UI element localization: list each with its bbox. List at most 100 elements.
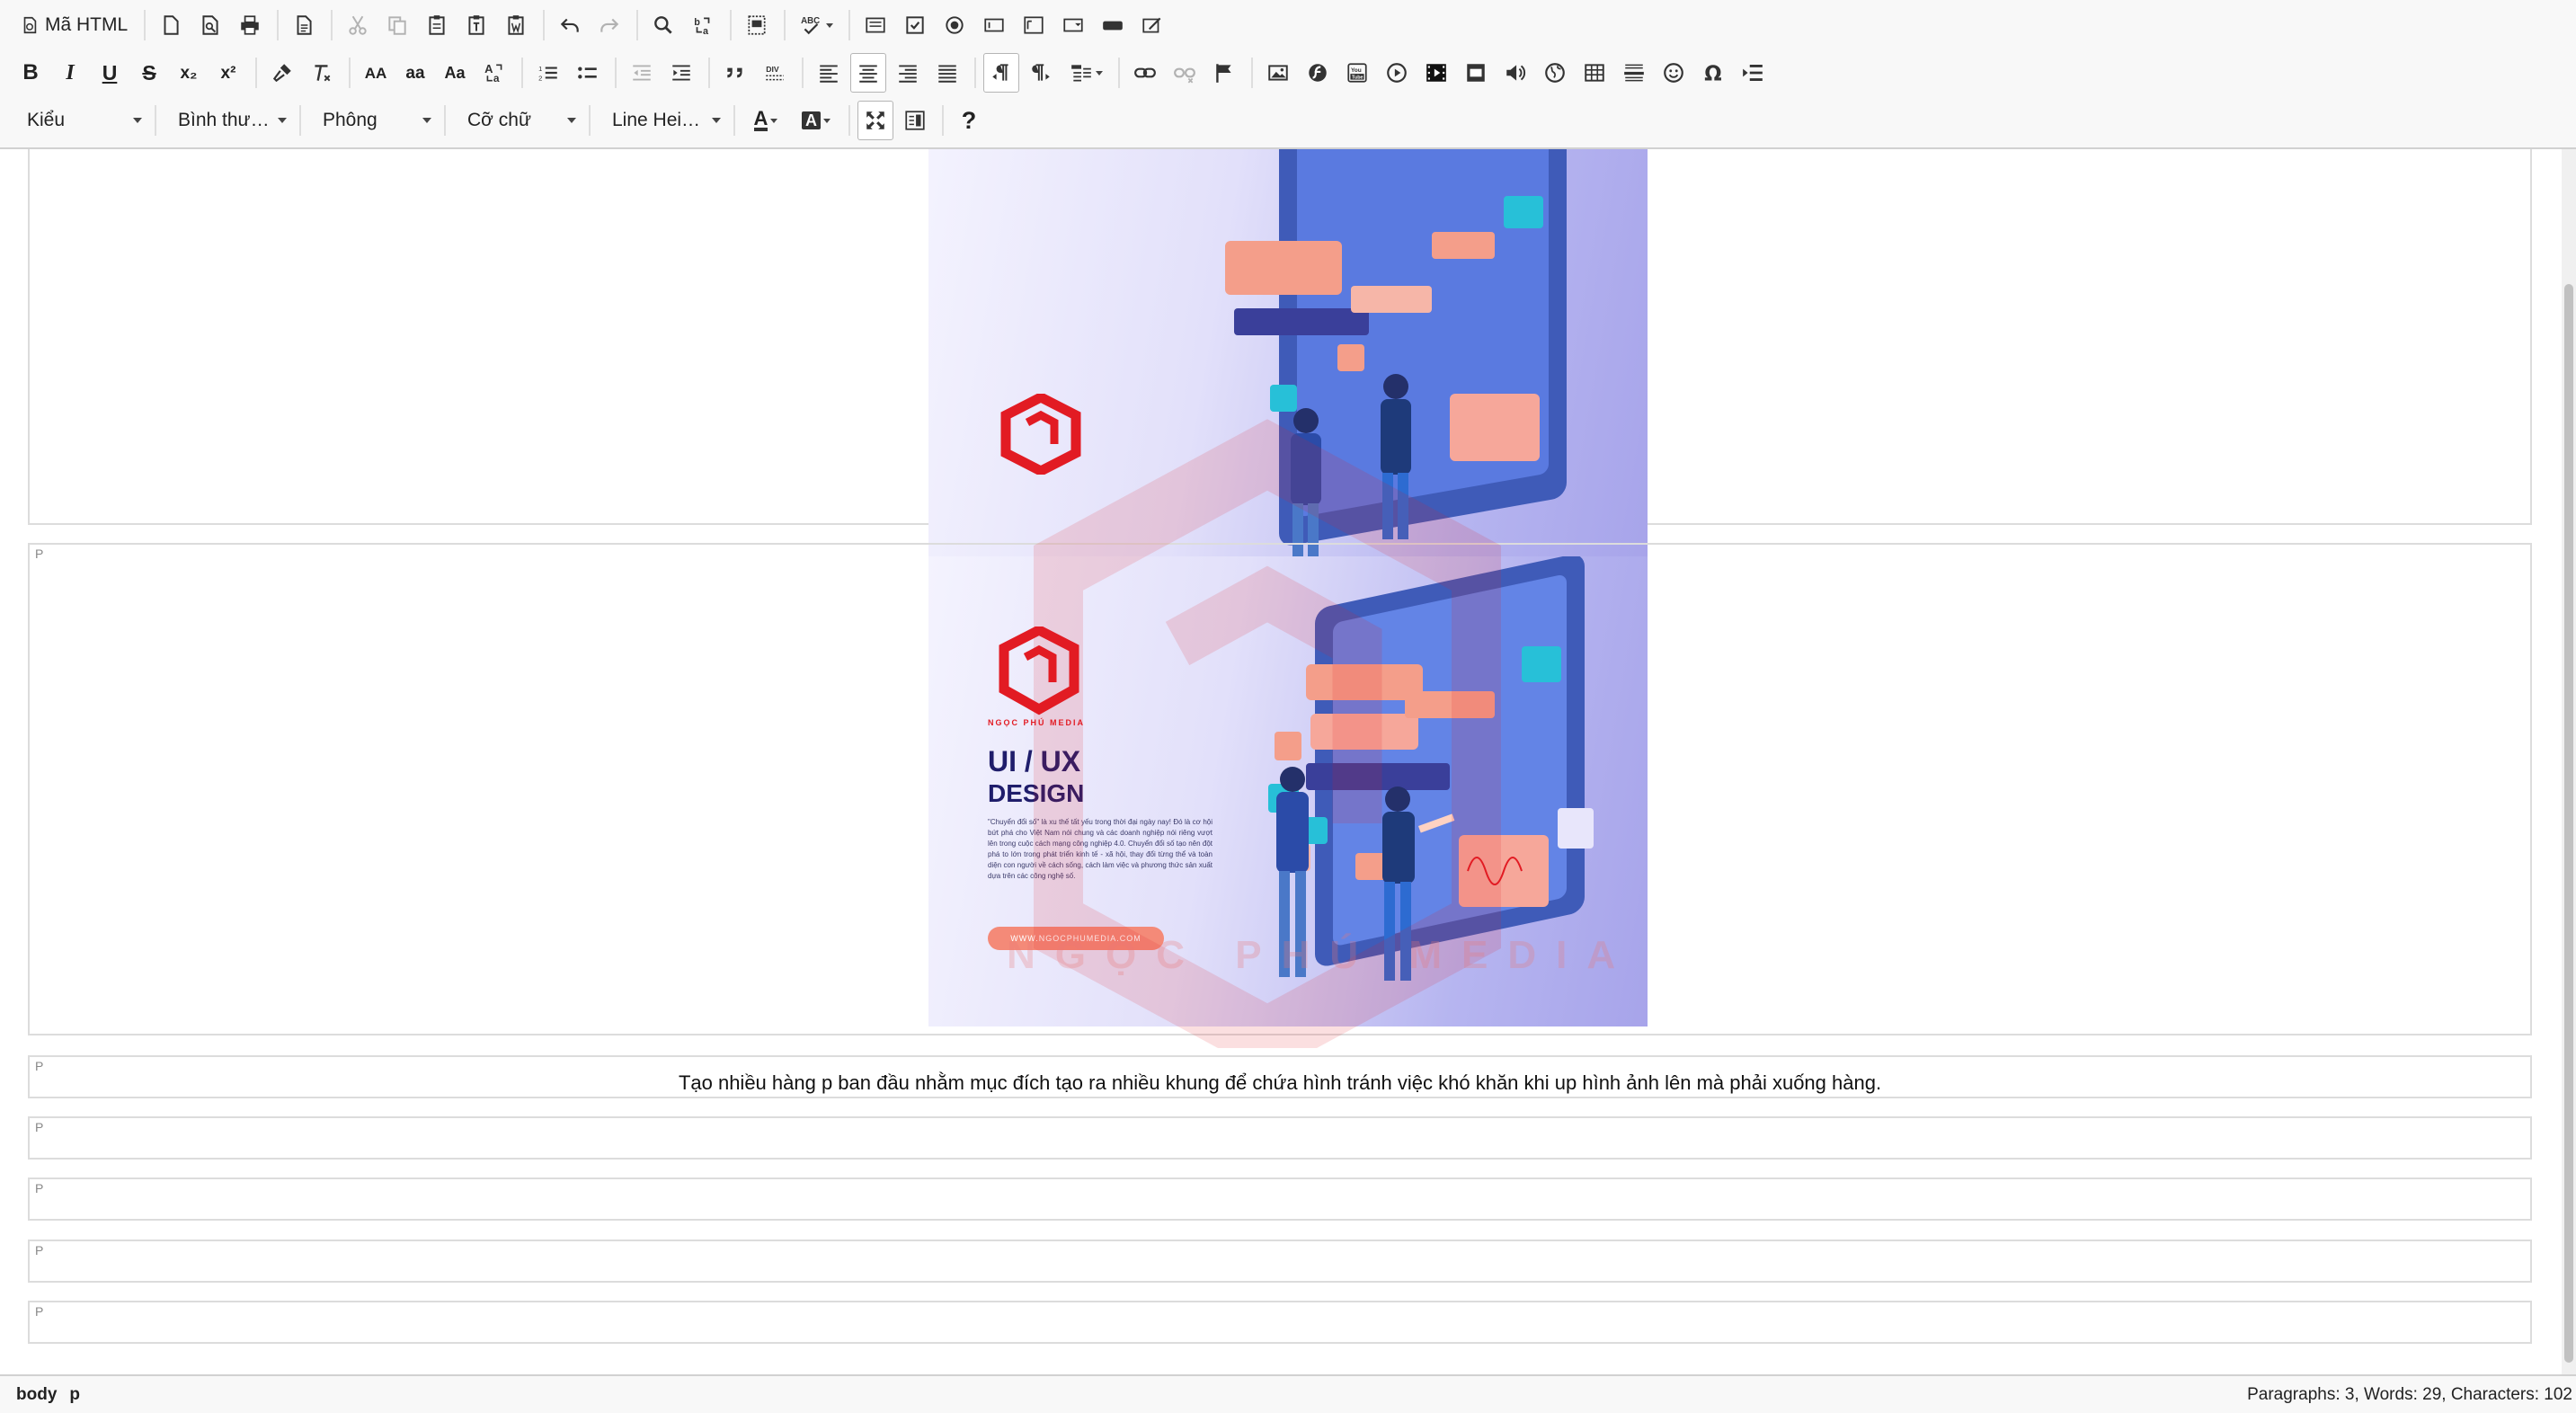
toolbar-row-1: Mã HTML ba ABC <box>13 4 1174 47</box>
language-button[interactable] <box>1062 53 1109 93</box>
paragraph-block[interactable]: P NGỌC PHÚ MEDIA UI / UX DESIGN "Chuyển … <box>28 543 2532 1035</box>
cut-button[interactable] <box>340 5 376 45</box>
paragraph-block[interactable]: P <box>28 1301 2532 1344</box>
align-right-button[interactable] <box>890 53 926 93</box>
map-button[interactable] <box>1537 53 1573 93</box>
maximize-button[interactable] <box>857 101 893 140</box>
p-tag-label: P <box>35 547 44 561</box>
div-container-icon: DIV <box>766 65 784 81</box>
preview-button[interactable] <box>192 5 228 45</box>
horizontal-line-button[interactable] <box>1616 53 1652 93</box>
uppercase-button[interactable]: AA <box>358 53 394 93</box>
paragraph-block[interactable]: P <box>28 1240 2532 1283</box>
scrollbar-thumb[interactable] <box>2564 284 2573 1363</box>
radio-button[interactable] <box>937 5 973 45</box>
bulleted-list-button[interactable] <box>570 53 606 93</box>
table-button[interactable] <box>1577 53 1612 93</box>
textfield-button[interactable] <box>976 5 1012 45</box>
vertical-scrollbar[interactable] <box>2562 149 2576 1374</box>
paintbrush-icon <box>272 64 291 83</box>
numbered-list-button[interactable]: 12 <box>530 53 566 93</box>
checkbox-button[interactable] <box>897 5 933 45</box>
rtl-button[interactable] <box>1023 53 1059 93</box>
lowercase-button[interactable]: aa <box>397 53 433 93</box>
replace-button[interactable]: ba <box>685 5 721 45</box>
text-color-icon: A <box>753 107 768 131</box>
bold-icon: B <box>22 60 39 84</box>
bg-color-button[interactable]: A <box>793 101 839 140</box>
print-button[interactable] <box>232 5 268 45</box>
outdent-button[interactable] <box>624 53 660 93</box>
format-dropdown[interactable]: Bình thư… <box>164 101 294 140</box>
help-button[interactable]: ? <box>951 101 987 140</box>
svg-text:a: a <box>493 72 500 84</box>
unlink-button[interactable] <box>1167 53 1203 93</box>
subscript-button[interactable]: x₂ <box>171 53 207 93</box>
iframe-button[interactable] <box>1458 53 1494 93</box>
source-button[interactable]: Mã HTML <box>13 5 135 45</box>
redo-button[interactable] <box>591 5 627 45</box>
spellcheck-button[interactable]: ABC <box>793 5 839 45</box>
link-button[interactable] <box>1127 53 1163 93</box>
copy-format-button[interactable] <box>264 53 300 93</box>
indent-button[interactable] <box>663 53 699 93</box>
italic-button[interactable]: I <box>52 53 88 93</box>
remove-format-button[interactable] <box>304 53 340 93</box>
underline-button[interactable]: U <box>92 53 128 93</box>
anchor-button[interactable] <box>1206 53 1242 93</box>
strikethrough-button[interactable]: S <box>131 53 167 93</box>
superscript-button[interactable]: x² <box>210 53 246 93</box>
imagebutton-button[interactable] <box>1134 5 1170 45</box>
video-button[interactable] <box>1379 53 1415 93</box>
copy-button[interactable] <box>379 5 415 45</box>
paragraph-block[interactable] <box>28 149 2532 567</box>
editor-content[interactable]: P NGỌC PHÚ MEDIA UI / UX DESIGN "Chuyển … <box>0 149 2576 1374</box>
select-button[interactable] <box>1055 5 1091 45</box>
special-char-button[interactable]: Ω <box>1695 53 1731 93</box>
paste-text-button[interactable] <box>458 5 494 45</box>
undo-button[interactable] <box>552 5 588 45</box>
path-p[interactable]: p <box>69 1385 80 1405</box>
youtube-button[interactable]: You Tube <box>1339 53 1375 93</box>
align-center-button[interactable] <box>850 53 886 93</box>
banner-image[interactable]: NGỌC PHÚ MEDIA UI / UX DESIGN "Chuyển đổ… <box>928 556 1648 1026</box>
align-left-button[interactable] <box>811 53 847 93</box>
banner-image[interactable] <box>928 149 1648 567</box>
justify-button[interactable] <box>929 53 965 93</box>
paragraph-text[interactable]: Tạo nhiều hàng p ban đầu nhằm mục đích t… <box>30 1071 2530 1095</box>
smiley-button[interactable] <box>1656 53 1692 93</box>
font-dropdown[interactable]: Phông <box>308 101 439 140</box>
select-all-button[interactable] <box>739 5 775 45</box>
styles-dropdown[interactable]: Kiểu <box>13 101 149 140</box>
flash-button[interactable] <box>1300 53 1336 93</box>
chevron-down-icon <box>1095 70 1103 76</box>
form-button[interactable] <box>857 5 893 45</box>
path-body[interactable]: body <box>16 1385 57 1405</box>
blockquote-button[interactable] <box>717 53 753 93</box>
font-size-dropdown[interactable]: Cỡ chữ <box>453 101 583 140</box>
bold-button[interactable]: B <box>13 53 49 93</box>
capitalize-button[interactable]: Aa <box>437 53 473 93</box>
text-color-button[interactable]: A <box>742 101 789 140</box>
transform-text-button[interactable]: Aa <box>476 53 512 93</box>
templates-button[interactable] <box>286 5 322 45</box>
image-button[interactable] <box>1260 53 1296 93</box>
new-page-button[interactable] <box>153 5 189 45</box>
paragraph-block[interactable]: P <box>28 1116 2532 1160</box>
ltr-button[interactable] <box>983 53 1019 93</box>
create-div-button[interactable]: DIV <box>757 53 793 93</box>
line-height-dropdown[interactable]: Line Hei… <box>598 101 728 140</box>
paragraph-block[interactable]: P <box>28 1178 2532 1221</box>
media-embed-button[interactable] <box>1418 53 1454 93</box>
uppercase-icon: AA <box>364 64 387 82</box>
show-blocks-button[interactable] <box>897 101 933 140</box>
find-button[interactable] <box>645 5 681 45</box>
paste-word-button[interactable] <box>498 5 534 45</box>
button-insert-button[interactable] <box>1095 5 1131 45</box>
paragraph-block[interactable]: P Tạo nhiều hàng p ban đầu nhằm mục đích… <box>28 1055 2532 1098</box>
toolbar-row-2: B I U S x₂ x² AA aa Aa Aa 12 DIV You Tub… <box>13 51 1774 94</box>
page-break-button[interactable] <box>1735 53 1771 93</box>
audio-button[interactable] <box>1497 53 1533 93</box>
textarea-button[interactable] <box>1016 5 1052 45</box>
paste-button[interactable] <box>419 5 455 45</box>
